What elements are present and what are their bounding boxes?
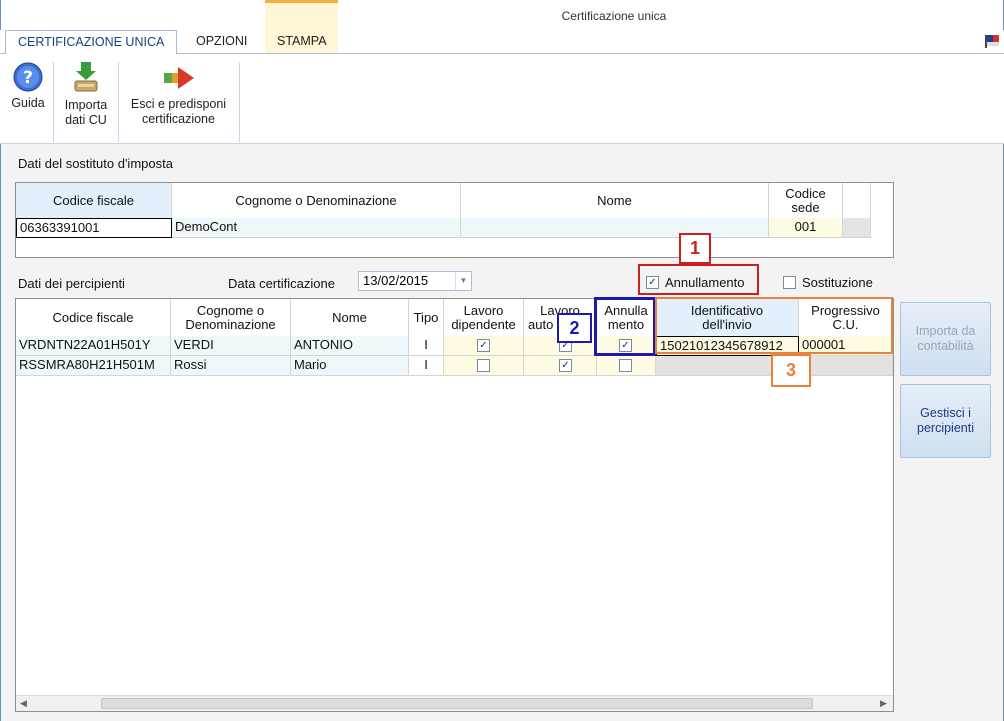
- callout-badge-2: 2: [557, 313, 592, 343]
- import-cu-button[interactable]: Importa dati CU: [57, 58, 115, 128]
- chevron-down-icon[interactable]: ▼: [455, 272, 471, 290]
- exit-prepare-button[interactable]: Esci e predisponi certificazione: [122, 58, 235, 127]
- gestisci-label-l2: percipienti: [917, 421, 974, 435]
- callout-badge-3: 3: [771, 354, 811, 387]
- header-nome: Nome: [291, 299, 409, 336]
- row1-lav-dip-checkbox[interactable]: ✓: [477, 339, 490, 352]
- row1-tipo[interactable]: I: [409, 336, 444, 356]
- header-cognome: Cognome o Denominazione: [171, 299, 291, 336]
- gestisci-label-l1: Gestisci i: [920, 406, 971, 420]
- row2-annullamento-cell: [597, 356, 656, 376]
- help-button[interactable]: ? Guida: [7, 58, 49, 111]
- header-codice-sede-l2: sede: [791, 199, 820, 215]
- header-blank: [843, 183, 871, 218]
- scroll-right-icon[interactable]: ▶: [880, 698, 887, 709]
- importa-label-l2: contabilità: [917, 339, 974, 353]
- row2-lav-dip-checkbox[interactable]: [477, 359, 490, 372]
- exit-label-line2: certificazione: [142, 112, 215, 126]
- importa-contabilita-button[interactable]: Importa da contabilità: [900, 302, 991, 376]
- callout-badge-1: 1: [679, 233, 711, 264]
- row1-cognome[interactable]: VERDI: [171, 336, 291, 356]
- row1-cf[interactable]: VRDNTN22A01H501Y: [16, 336, 171, 356]
- arrow-right-icon: [162, 63, 196, 93]
- header-cognome-l1: Cognome o: [196, 302, 265, 318]
- header-codice-fiscale: Codice fiscale: [16, 299, 171, 336]
- row2-nome[interactable]: Mario: [291, 356, 409, 376]
- row1-lav-dip-cell: ✓: [444, 336, 524, 356]
- tab-stampa[interactable]: STAMPA: [265, 30, 339, 54]
- horizontal-scrollbar[interactable]: ◀ ▶: [16, 695, 893, 711]
- row2-annullamento-checkbox[interactable]: [619, 359, 632, 372]
- row2-tipo[interactable]: I: [409, 356, 444, 376]
- header-tipo: Tipo: [409, 299, 444, 336]
- sostituto-cf-cell[interactable]: 06363391001: [16, 218, 172, 238]
- sostituto-nome-cell[interactable]: [461, 218, 769, 238]
- sostituzione-label: Sostituzione: [802, 275, 873, 290]
- row2-lav-auto-cell: ✓: [524, 356, 597, 376]
- row2-lav-dip-cell: [444, 356, 524, 376]
- header-nome: Nome: [461, 183, 769, 218]
- help-label: Guida: [11, 96, 45, 110]
- sostituto-cognome-cell[interactable]: DemoCont: [172, 218, 461, 238]
- import-label-line2: dati CU: [65, 113, 107, 127]
- callout-2-frame: [594, 297, 656, 356]
- tab-opzioni[interactable]: OPZIONI: [184, 30, 259, 54]
- percipienti-section-label: Dati dei percipienti: [18, 276, 125, 291]
- sostituto-sede-cell[interactable]: 001: [769, 218, 843, 238]
- row2-cf[interactable]: RSSMRA80H21H501M: [16, 356, 171, 376]
- header-codice-sede-l1: Codice: [785, 185, 826, 201]
- flag-icon[interactable]: [985, 34, 1001, 48]
- percipienti-grid: Codice fiscale Cognome o Denominazione N…: [15, 298, 894, 712]
- scroll-thumb[interactable]: [101, 698, 813, 709]
- scroll-left-icon[interactable]: ◀: [20, 698, 27, 709]
- tab-certificazione-unica[interactable]: CERTIFICAZIONE UNICA: [5, 30, 178, 55]
- row1-nome[interactable]: ANTONIO: [291, 336, 409, 356]
- help-icon: ?: [13, 62, 43, 92]
- header-lavoro-dipendente: Lavoro dipendente: [444, 299, 524, 336]
- header-ld-l1: Lavoro: [463, 302, 504, 318]
- exit-label-line1: Esci e predisponi: [130, 97, 227, 111]
- sostituto-section-label: Dati del sostituto d'imposta: [18, 156, 173, 171]
- import-label-line1: Importa: [64, 98, 108, 112]
- sostituto-blank-cell: [843, 218, 871, 238]
- importa-label-l1: Importa da: [915, 324, 976, 338]
- header-cognome-l2: Denominazione: [185, 316, 276, 332]
- annullamento-checkbox[interactable]: ✓: [646, 276, 659, 289]
- window-title: Certificazione unica: [561, 9, 667, 23]
- header-la-l2: auto: [528, 316, 554, 332]
- ribbon-separator: [53, 62, 54, 142]
- sostituzione-checkbox[interactable]: [783, 276, 796, 289]
- row2-cognome[interactable]: Rossi: [171, 356, 291, 376]
- ribbon-separator: [118, 62, 119, 142]
- header-ld-l2: dipendente: [451, 316, 516, 332]
- data-certificazione-value: 13/02/2015: [363, 273, 429, 288]
- sostituto-grid: Codice fiscale Cognome o Denominazione N…: [15, 182, 894, 258]
- annullamento-label: Annullamento: [665, 275, 745, 290]
- svg-text:?: ?: [23, 68, 33, 88]
- callout-3-frame: [655, 297, 893, 354]
- import-icon: [72, 61, 100, 93]
- gestisci-percipienti-button[interactable]: Gestisci i percipienti: [900, 384, 991, 458]
- header-codice-sede: Codice sede: [769, 183, 843, 218]
- header-cognome-denominazione: Cognome o Denominazione: [172, 183, 461, 218]
- data-certificazione-picker[interactable]: 13/02/2015 ▼: [358, 271, 472, 291]
- ribbon-separator: [239, 62, 240, 142]
- row2-lav-auto-checkbox[interactable]: ✓: [559, 359, 572, 372]
- data-certificazione-label: Data certificazione: [228, 276, 335, 291]
- header-codice-fiscale: Codice fiscale: [16, 183, 172, 218]
